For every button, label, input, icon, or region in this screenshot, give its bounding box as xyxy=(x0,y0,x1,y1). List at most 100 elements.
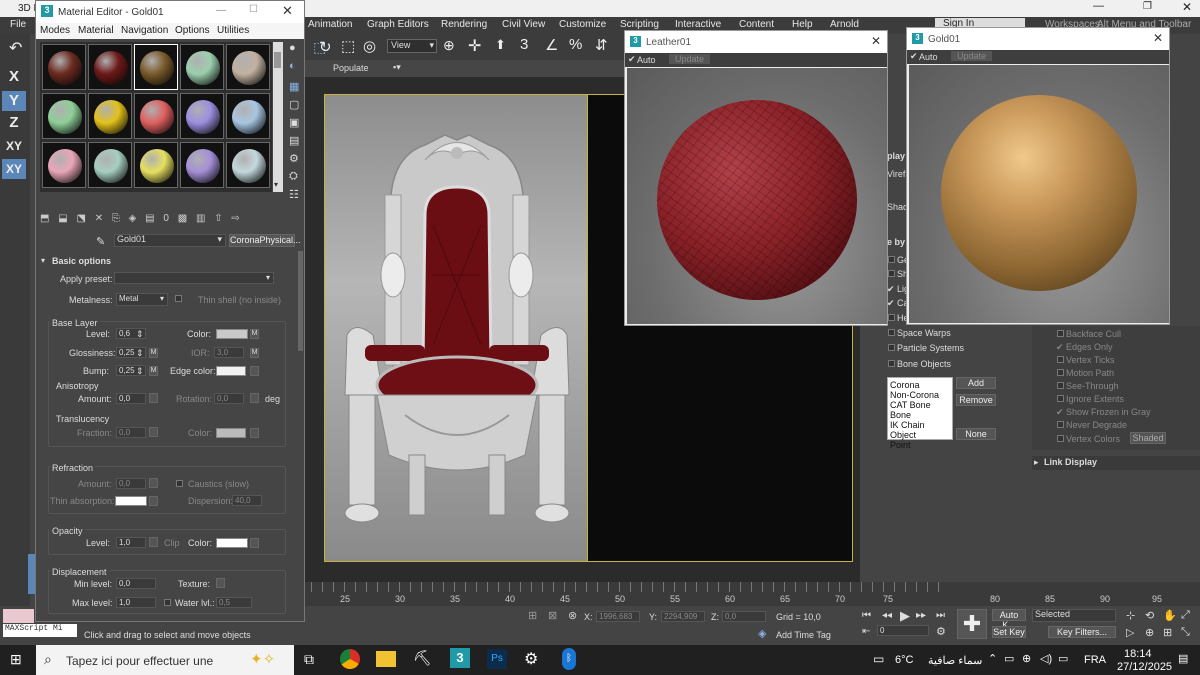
opacity-map-button[interactable] xyxy=(149,537,158,547)
menu-customize[interactable]: Customize xyxy=(559,19,606,30)
close-button[interactable]: ✕ xyxy=(1182,0,1192,14)
menu-animation[interactable]: Animation xyxy=(308,19,352,30)
material-slot[interactable] xyxy=(88,44,132,90)
move-icon[interactable]: ✛ xyxy=(468,36,481,56)
remove-button[interactable]: Remove xyxy=(956,394,996,406)
go-to-parent-icon[interactable]: ⇧ xyxy=(214,213,222,224)
show-end-result-icon[interactable]: ▥ xyxy=(196,213,205,224)
bump-map-button[interactable]: M xyxy=(149,366,158,376)
axis-x-button[interactable]: X xyxy=(2,67,26,87)
thin-shell-checkbox[interactable] xyxy=(175,295,182,302)
particle-systems-checkbox[interactable] xyxy=(888,344,895,351)
axis-z-button[interactable]: Z xyxy=(2,113,26,133)
material-slot[interactable] xyxy=(42,44,86,90)
timeline-right[interactable]: 80 85 90 95 100 xyxy=(940,582,1200,606)
photoshop-icon[interactable]: Ps xyxy=(487,649,507,669)
put-to-library-icon[interactable]: ▤ xyxy=(145,213,154,224)
pivot-icon[interactable]: ⊕ xyxy=(443,37,455,54)
task-view-icon[interactable]: ⧉ xyxy=(304,651,314,668)
menu-interactive[interactable]: Interactive xyxy=(675,19,721,30)
clock-time[interactable]: 18:14 xyxy=(1124,648,1152,660)
play-icon[interactable]: ▶ xyxy=(900,608,910,624)
axis-xy-button[interactable]: XY xyxy=(2,136,26,156)
set-key-big-button[interactable]: ✚ xyxy=(957,609,987,639)
navigator-icon[interactable]: ☷ xyxy=(289,188,299,201)
populate-tab[interactable]: Populate xyxy=(333,63,369,73)
material-editor-titlebar[interactable]: 3 Material Editor - Gold01 — ☐ ✕ xyxy=(36,1,304,23)
lock-icon[interactable]: ⊞ xyxy=(528,609,537,622)
make-unique-icon[interactable]: ◈ xyxy=(129,213,137,224)
settings-icon[interactable]: ⚙ xyxy=(524,649,538,669)
ignore-extents-checkbox[interactable] xyxy=(1057,395,1064,402)
rotation-map-button[interactable] xyxy=(250,393,259,403)
caustics-checkbox[interactable] xyxy=(176,480,183,487)
language-indicator[interactable]: FRA xyxy=(1084,654,1106,666)
link-display-rollout[interactable]: ▸ Link Display xyxy=(1032,456,1200,470)
current-frame-field[interactable]: 0 xyxy=(877,625,929,636)
leather-close-button[interactable]: ✕ xyxy=(871,34,881,48)
rollout-title[interactable]: Basic options xyxy=(52,256,111,266)
lights-check[interactable]: ✔ xyxy=(887,284,895,295)
reset-map-icon[interactable]: ✕ xyxy=(95,213,103,224)
chrome-icon[interactable] xyxy=(340,649,360,669)
edge-color-map-button[interactable] xyxy=(250,366,259,376)
restore-button[interactable]: ❐ xyxy=(1143,1,1152,12)
go-to-start-icon[interactable]: ⏮ xyxy=(862,610,871,621)
glossiness-map-button[interactable]: M xyxy=(149,348,158,358)
list-item[interactable]: Non-Corona xyxy=(890,390,950,400)
cameras-check[interactable]: ✔ xyxy=(887,298,895,309)
refraction-amount-spinner[interactable]: 0,0 xyxy=(116,478,146,489)
vertex-colors-checkbox[interactable] xyxy=(1057,435,1064,442)
shaded-button[interactable]: Shaded xyxy=(1130,432,1166,444)
opacity-color-map-button[interactable] xyxy=(250,538,259,548)
me-menu-modes[interactable]: Modes xyxy=(40,25,70,36)
shapes-checkbox[interactable] xyxy=(888,270,895,277)
selection-lock-icon[interactable]: ⊗ xyxy=(568,609,577,622)
auto-check[interactable]: ✔ xyxy=(628,54,636,65)
bone-objects-checkbox[interactable] xyxy=(888,360,895,367)
material-type-button[interactable]: CoronaPhysical... xyxy=(229,234,301,247)
base-color-swatch[interactable] xyxy=(216,329,248,339)
refraction-map-button[interactable] xyxy=(149,478,158,488)
base-color-map-button[interactable]: M xyxy=(250,329,259,339)
snap-icon[interactable]: ◎ xyxy=(363,37,376,55)
aniso-amount-map-button[interactable] xyxy=(149,393,158,403)
menu-file[interactable]: File xyxy=(10,19,26,30)
opacity-color-swatch[interactable] xyxy=(216,538,248,548)
me-menu-options[interactable]: Options xyxy=(175,25,209,36)
z-coord-field[interactable]: 0,0 xyxy=(722,611,766,622)
make-preview-icon[interactable]: ▤ xyxy=(289,134,299,147)
auto-key-button[interactable]: Auto K... xyxy=(992,609,1026,630)
menu-content[interactable]: Content xyxy=(739,19,774,30)
apply-preset-dropdown[interactable]: ▾ xyxy=(114,272,274,284)
collapse-arrow-icon[interactable]: ▾ xyxy=(41,256,45,265)
object-type-list[interactable]: Corona Non-Corona CAT Bone Bone IK Chain… xyxy=(887,377,953,450)
spinner-arrows-icon[interactable]: ⇕ xyxy=(136,366,144,377)
side-scroll[interactable] xyxy=(28,554,35,594)
aniso-amount-spinner[interactable]: 0,0 xyxy=(116,393,146,404)
update-button[interactable]: Update xyxy=(669,54,711,64)
slots-scrollbar[interactable]: ▾ xyxy=(273,42,283,192)
redo-icon[interactable]: ↻ xyxy=(319,38,332,56)
material-slot[interactable] xyxy=(180,93,224,139)
select-by-material-icon[interactable]: ⛭ xyxy=(289,170,298,183)
absorption-map-button[interactable] xyxy=(149,496,158,506)
translucency-color-swatch[interactable] xyxy=(216,428,246,438)
minimize-button[interactable]: — xyxy=(1093,0,1104,12)
see-through-checkbox[interactable] xyxy=(1057,382,1064,389)
menu-help[interactable]: Help xyxy=(792,19,813,30)
get-material-icon[interactable]: ⬒ xyxy=(40,213,49,224)
auto-check[interactable]: ✔ xyxy=(910,51,918,62)
set-key-button[interactable]: Set Key xyxy=(992,626,1026,638)
percent-snap-icon[interactable]: % xyxy=(569,36,582,53)
tray-chevron-icon[interactable]: ⌃ xyxy=(988,652,997,665)
space-warps-checkbox[interactable] xyxy=(888,329,895,336)
rollout-scrollbar[interactable] xyxy=(298,251,303,351)
material-slot[interactable] xyxy=(134,142,178,188)
window-crossing-icon[interactable]: ⬚ xyxy=(341,37,355,55)
list-item[interactable]: Corona xyxy=(890,380,950,390)
me-menu-utilities[interactable]: Utilities xyxy=(217,25,249,36)
ior-map-button[interactable]: M xyxy=(250,348,259,358)
menu-graph-editors[interactable]: Graph Editors xyxy=(367,19,429,30)
water-level-checkbox[interactable] xyxy=(164,599,171,606)
